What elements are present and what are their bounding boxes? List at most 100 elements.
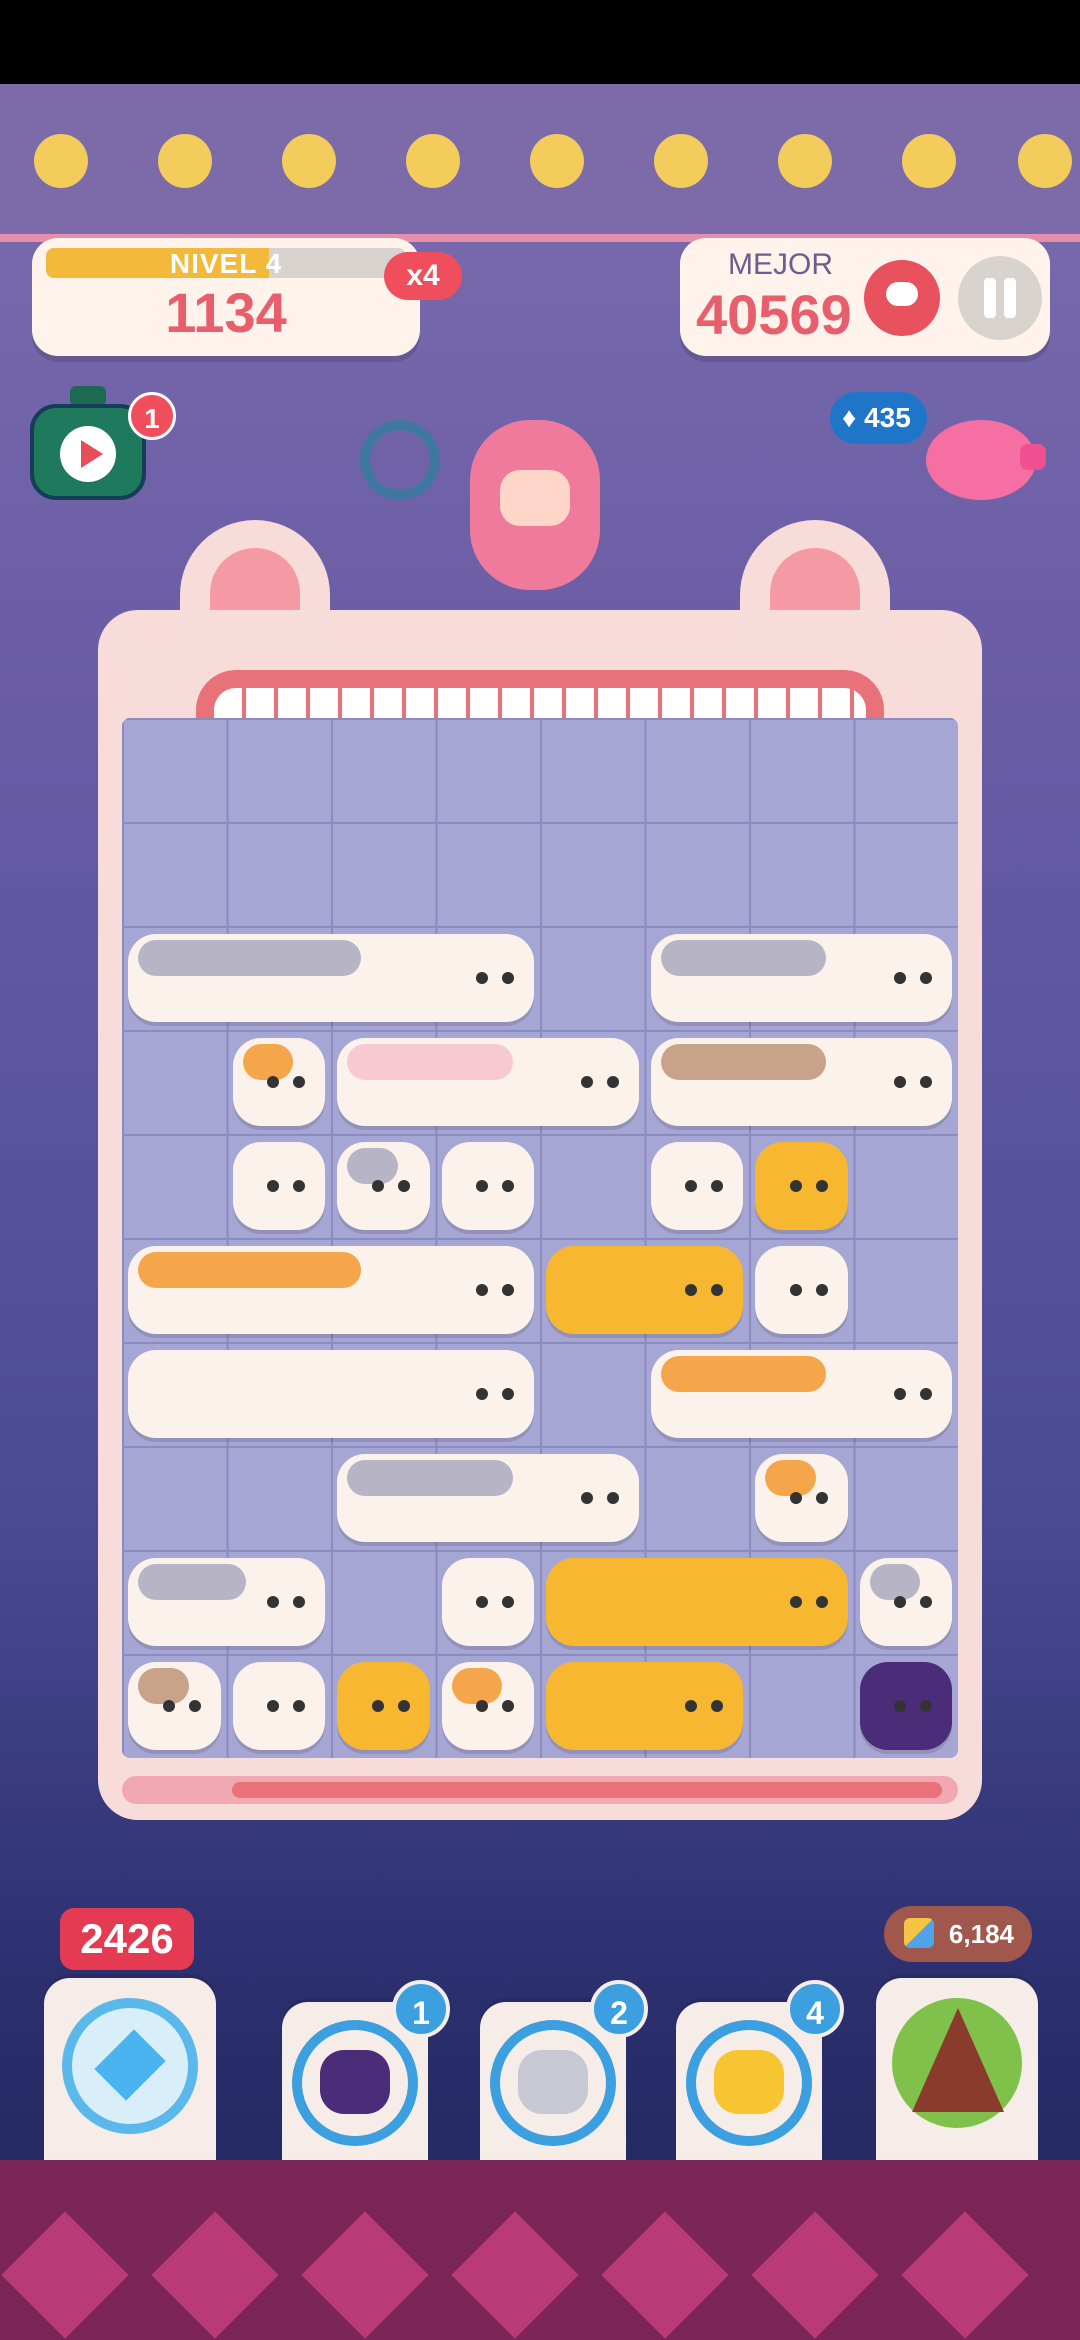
cat-tile-gray[interactable] [337, 1454, 639, 1542]
cat-eye [606, 1492, 619, 1504]
decor-dot [406, 134, 460, 188]
cat-tile-orange[interactable] [128, 1246, 534, 1334]
cat-tile-gold[interactable] [337, 1662, 430, 1750]
cat-eye [397, 1700, 410, 1712]
decor-dot [654, 134, 708, 188]
cat-tile-gray[interactable] [128, 1558, 325, 1646]
cat-eye [476, 1180, 488, 1192]
cat-tile-orange[interactable] [650, 1350, 952, 1438]
cat-tile-white[interactable] [232, 1142, 325, 1230]
cat-tile-orange[interactable] [755, 1454, 848, 1542]
best-score-card: MEJOR 40569 [680, 238, 1050, 356]
cat-eye [894, 1076, 906, 1088]
cat-eye [894, 972, 906, 984]
cat-eye [920, 1388, 932, 1400]
piggy-bank-button[interactable] [920, 412, 1050, 508]
cat-tile-white[interactable] [650, 1142, 743, 1230]
cat-eye [476, 972, 488, 984]
cat-eye [476, 1388, 488, 1400]
cat-eye [789, 1492, 802, 1504]
cat-tile-thunder[interactable] [859, 1662, 952, 1750]
cat-eye [685, 1284, 697, 1296]
best-score-value: 40569 [696, 283, 852, 346]
decor-dot [158, 134, 212, 188]
cat-eye [162, 1700, 175, 1712]
gem-balance: ♦ 435 [830, 392, 927, 444]
top-decor-band [0, 84, 1080, 242]
decor-dot [1018, 134, 1072, 188]
board-ear-right [740, 520, 890, 620]
cat-tile-gray[interactable] [859, 1558, 952, 1646]
cat-eye [188, 1700, 201, 1712]
cat-tile-white[interactable] [441, 1142, 534, 1230]
cat-eye [606, 1076, 619, 1088]
cat-eye [476, 1284, 488, 1296]
cat-tile-white[interactable] [441, 1558, 534, 1646]
cat-eye [815, 1284, 828, 1296]
thunder-cat-icon [320, 2050, 390, 2114]
cat-tile-gold[interactable] [546, 1246, 743, 1334]
cat-tile-orange[interactable] [232, 1038, 325, 1126]
cat-eye [293, 1180, 305, 1192]
cat-tile-gold[interactable] [546, 1558, 848, 1646]
decor-dot [34, 134, 88, 188]
cat-tile-white[interactable] [128, 1350, 534, 1438]
cat-tile-gray[interactable] [650, 934, 952, 1022]
pause-button[interactable] [958, 256, 1042, 340]
gem-power-count: 2426 [60, 1908, 194, 1970]
cat-tile-gold[interactable] [755, 1142, 848, 1230]
cat-eye [789, 1596, 802, 1608]
cat-tile-siamese[interactable] [650, 1038, 952, 1126]
cat-eye [920, 1700, 932, 1712]
cat-eye [815, 1180, 828, 1192]
cat-tile-gray[interactable] [128, 934, 534, 1022]
cat-eye [397, 1180, 410, 1192]
pet-cat-icon [714, 2050, 784, 2114]
cat-eye [789, 1180, 802, 1192]
cat-tile-gray[interactable] [337, 1142, 430, 1230]
best-score-label: MEJOR [728, 248, 833, 281]
cat-eye [685, 1700, 697, 1712]
cat-eye [894, 1700, 906, 1712]
cat-eye [502, 1284, 514, 1296]
teepee-icon [912, 2008, 1004, 2112]
teepee-home-button[interactable] [876, 1978, 1038, 2160]
coin-balance-value: 6,184 [948, 1919, 1014, 1949]
coin-icon [904, 1918, 934, 1948]
cat-grid [122, 718, 958, 1758]
cat-eye [267, 1180, 279, 1192]
cat-eye [685, 1180, 697, 1192]
cat-eye [920, 1596, 932, 1608]
cat-eye [580, 1492, 593, 1504]
cat-eye [293, 1596, 305, 1608]
score-card: NIVEL 4 1134 [32, 238, 420, 356]
totem-icon [864, 260, 940, 336]
decor-dot [902, 134, 956, 188]
cat-eye [502, 1700, 514, 1712]
cat-eye [502, 972, 514, 984]
cat-eye [502, 1388, 514, 1400]
gem-balance-value: 435 [864, 402, 911, 433]
cat-tile-siamese[interactable] [128, 1662, 221, 1750]
current-score: 1134 [165, 281, 287, 344]
cat-eye [267, 1076, 279, 1088]
bottom-decor-band [0, 2160, 1080, 2340]
boss-character [360, 400, 740, 630]
cat-tile-white[interactable] [755, 1246, 848, 1334]
cat-tile-white[interactable] [232, 1662, 325, 1750]
cat-eye [815, 1492, 828, 1504]
decor-dot [282, 134, 336, 188]
cat-eye [502, 1596, 514, 1608]
cat-tile-orange[interactable] [441, 1662, 534, 1750]
cat-eye [293, 1700, 305, 1712]
dash-cat-icon [518, 2050, 588, 2114]
cat-eye [815, 1596, 828, 1608]
cat-tile-gold[interactable] [546, 1662, 743, 1750]
cat-tile-pink[interactable] [337, 1038, 639, 1126]
coin-balance: 6,184 [884, 1906, 1032, 1962]
magic-orb-staff [360, 420, 440, 500]
gem-power-button[interactable] [44, 1978, 216, 2160]
play-icon [60, 426, 116, 482]
thunder-cat-count: 1 [392, 1980, 450, 2038]
score-multiplier-badge: x4 [384, 252, 462, 300]
